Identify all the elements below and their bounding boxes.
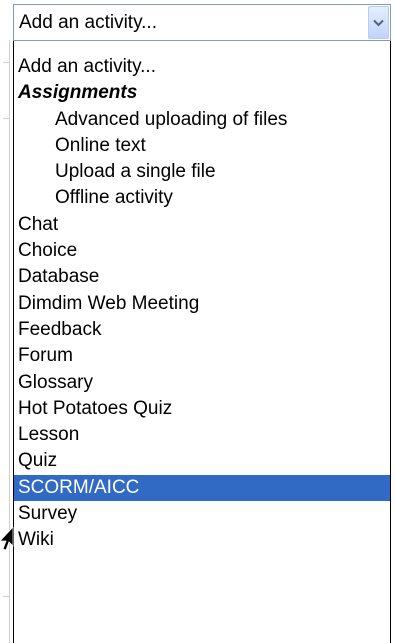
dropdown-option[interactable]: Glossary: [14, 370, 390, 396]
dropdown-option[interactable]: Choice: [14, 238, 390, 264]
dropdown-option[interactable]: Hot Potatoes Quiz: [14, 396, 390, 422]
add-activity-select[interactable]: Add an activity...: [13, 4, 391, 41]
mouse-pointer-icon: [0, 527, 14, 551]
select-dropdown-button[interactable]: [368, 6, 389, 39]
dropdown-option[interactable]: Advanced uploading of files: [14, 107, 390, 133]
dropdown-option[interactable]: Online text: [14, 133, 390, 159]
dropdown-option[interactable]: Survey: [14, 501, 390, 527]
dropdown-option[interactable]: Quiz: [14, 448, 390, 474]
dropdown-option[interactable]: Feedback: [14, 317, 390, 343]
dropdown-option[interactable]: Dimdim Web Meeting: [14, 291, 390, 317]
dropdown-option[interactable]: Lesson: [14, 422, 390, 448]
chevron-down-icon: [373, 19, 384, 26]
activity-picker-stage: Add an activity... Add an activity... Ass…: [0, 0, 395, 643]
dropdown-option[interactable]: Upload a single file: [14, 159, 390, 185]
option-group-label: Assignments: [18, 82, 138, 104]
dropdown-option[interactable]: Add an activity...: [14, 54, 390, 80]
dropdown-option[interactable]: Forum: [14, 343, 390, 369]
dropdown-option[interactable]: Wiki: [14, 527, 390, 553]
page-guide-tick: [3, 596, 9, 597]
dropdown-option[interactable]: Chat: [14, 212, 390, 238]
page-guide-tick: [3, 118, 9, 119]
dropdown-option[interactable]: Offline activity: [14, 185, 390, 211]
select-current-value: Add an activity...: [19, 11, 157, 33]
activity-dropdown-list[interactable]: Add an activity... Assignments Advanced up…: [13, 41, 391, 643]
dropdown-option[interactable]: Database: [14, 264, 390, 290]
page-guide-tick: [3, 62, 9, 63]
dropdown-option[interactable]: SCORM/AICC: [14, 474, 390, 502]
